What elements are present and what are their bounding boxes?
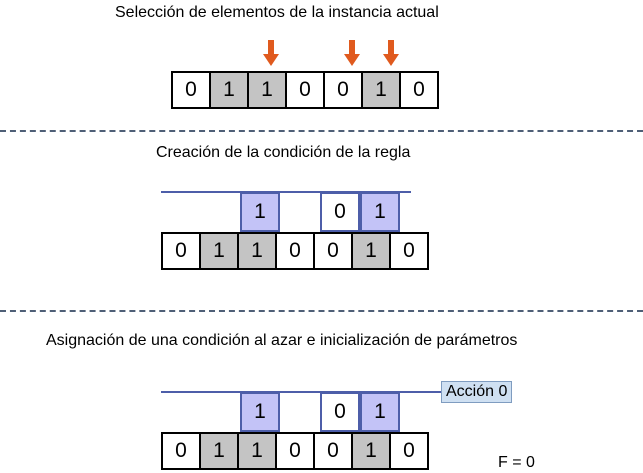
instance-cell: 1 [351,432,391,470]
instance-row-creation: 0 1 1 0 0 1 0 [161,232,429,270]
instance-cell: 1 [237,232,277,270]
instance-cell: 1 [351,232,391,270]
condition-cell: 1 [240,392,280,432]
instance-cell: 0 [275,432,315,470]
instance-cell: 0 [389,432,429,470]
instance-cell: 0 [313,432,353,470]
instance-cell: 0 [171,71,211,109]
instance-cell: 0 [399,71,439,109]
instance-cell: 0 [161,232,201,270]
section-divider [0,310,643,312]
heading-selection: Selección de elementos de la instancia a… [115,4,439,21]
condition-cell: 0 [320,192,360,232]
instance-cell: 0 [313,232,353,270]
condition-cell: 1 [360,192,400,232]
condition-cell: 0 [320,392,360,432]
instance-cell: 0 [275,232,315,270]
instance-cell: 0 [389,232,429,270]
selection-arrow-icon [344,40,360,66]
instance-cell: 1 [199,432,239,470]
selection-arrow-icon [383,40,399,66]
action-label: Acción 0 [441,381,513,403]
instance-cell: 1 [361,71,401,109]
condition-cell: 1 [240,192,280,232]
selection-arrow-icon [263,40,279,66]
heading-creation: Creación de la condición de la regla [156,144,411,161]
instance-cell: 0 [285,71,325,109]
heading-assignment: Asignación de una condición al azar e in… [46,332,518,349]
instance-cell: 0 [161,432,201,470]
instance-row-assignment: 0 1 1 0 0 1 0 [161,432,429,470]
condition-cell: 1 [360,392,400,432]
instance-cell: 1 [209,71,249,109]
condition-line [161,391,443,393]
section-divider [0,130,643,132]
instance-cell: 1 [237,432,277,470]
instance-cell: 1 [247,71,287,109]
instance-row-selection: 0 1 1 0 0 1 0 [171,71,439,109]
instance-cell: 1 [199,232,239,270]
fitness-label: F = 0 [498,454,535,471]
instance-cell: 0 [323,71,363,109]
